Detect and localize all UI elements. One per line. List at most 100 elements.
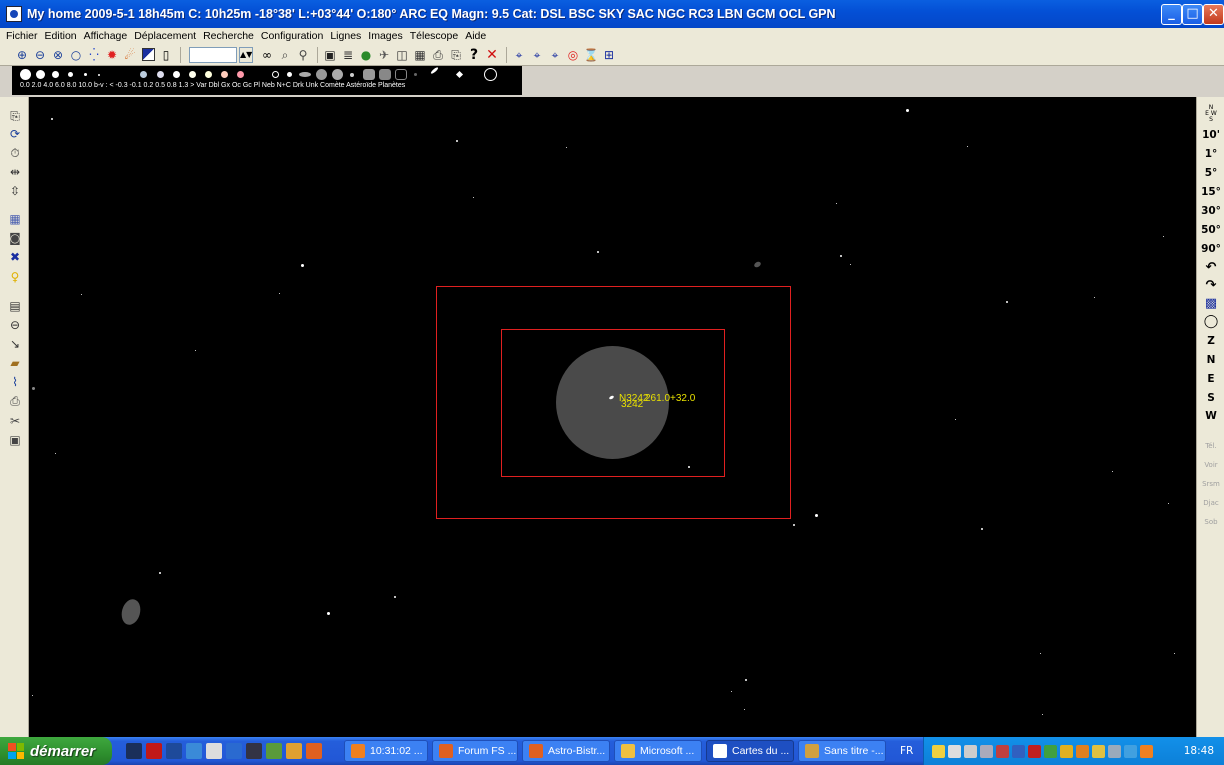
binoculars-icon[interactable]: ∞ [259,47,275,63]
list-icon[interactable]: ≣ [340,47,356,63]
rotate-left-icon[interactable]: ↶ [1197,260,1224,275]
explorer-icon[interactable] [186,743,202,759]
sob-button[interactable]: Sob [1197,518,1224,526]
clock[interactable]: 18:48 [1184,745,1214,757]
djac-button[interactable]: Djac [1197,499,1224,507]
fov-15deg-button[interactable]: 15° [1197,186,1224,198]
sun-icon[interactable]: ✹ [104,47,120,63]
star[interactable] [1042,714,1043,715]
star[interactable] [815,514,818,517]
menu-fichier[interactable]: Fichier [6,30,38,42]
planet-icon[interactable]: ● [358,47,374,63]
maximize-button[interactable]: □ [1182,4,1203,25]
camera-icon[interactable]: ◙ [7,230,23,246]
view-south-button[interactable]: S [1197,392,1224,404]
tray-usb-icon[interactable] [1108,744,1122,758]
fov-spinner[interactable]: ▲▼ [239,46,253,63]
star[interactable] [793,524,795,526]
fov-50deg-button[interactable]: 50° [1197,224,1224,236]
target-icon[interactable]: ◎ [565,47,581,63]
star[interactable] [967,146,968,147]
grid-icon[interactable]: ⊞ [601,47,617,63]
close-button[interactable]: ✕ [1203,4,1224,25]
print-chart-icon[interactable]: ⎙ [7,393,23,409]
refresh-icon[interactable]: ⟳ [7,126,23,142]
star[interactable] [836,203,837,204]
star[interactable] [955,419,956,420]
fov-30deg-button[interactable]: 30° [1197,205,1224,217]
help-icon[interactable]: ? [466,47,482,63]
star[interactable] [327,612,330,615]
calendar-icon[interactable]: ◫ [394,47,410,63]
star[interactable] [688,466,690,468]
dreamweaver-icon[interactable] [126,743,142,759]
save-icon[interactable]: ▣ [322,47,338,63]
circle-icon[interactable]: ◯ [1197,314,1224,329]
tray-display-icon[interactable] [964,744,978,758]
star[interactable] [981,528,983,530]
desktop-icon[interactable] [206,743,222,759]
task-astro[interactable]: Astro-Bistr... [522,740,610,762]
telescope-button[interactable]: Tél. [1197,442,1224,450]
media-icon[interactable] [246,743,262,759]
language-indicator[interactable]: FR [900,745,913,757]
star[interactable] [1112,471,1113,472]
firefox-icon[interactable] [306,743,322,759]
star[interactable] [55,453,56,454]
view-zenith-button[interactable]: Z [1197,335,1224,347]
menu-telescope[interactable]: Télescope [410,30,458,42]
star[interactable] [745,679,747,681]
folder-icon[interactable]: ▰ [7,355,23,371]
close-red-icon[interactable]: ✕ [484,47,500,63]
search-people-icon[interactable]: ⚲ [295,47,311,63]
menu-affichage[interactable]: Affichage [84,30,128,42]
flip-vertical-icon[interactable]: ⇳ [7,183,23,199]
bulb-icon[interactable]: ♀ [7,269,23,285]
star[interactable] [51,118,53,120]
tray-shield-icon[interactable] [1092,744,1106,758]
star[interactable] [1006,301,1008,303]
rotate-right-icon[interactable]: ↷ [1197,278,1224,293]
star[interactable] [840,255,842,257]
butterfly-icon[interactable]: ✖ [7,249,23,265]
tray-app-icon[interactable] [1076,744,1090,758]
tray-update-icon[interactable] [1044,744,1058,758]
world-icon[interactable]: ▩ [1197,296,1224,311]
tray-sync-icon[interactable] [1124,744,1138,758]
tray-network-icon[interactable] [948,744,962,758]
star[interactable] [1163,236,1164,237]
zoom-icon[interactable]: ○ [68,47,84,63]
task-microsoft[interactable]: Microsoft ... [614,740,702,762]
menu-edition[interactable]: Edition [45,30,77,42]
print-icon[interactable]: ⎙ [430,47,446,63]
add-image-icon[interactable]: ▣ [7,432,23,448]
voir-button[interactable]: Voir [1197,461,1224,469]
star[interactable] [301,264,304,267]
dss-icon[interactable]: ▦ [7,211,23,227]
flash-icon[interactable] [146,743,162,759]
tray-msn-icon[interactable] [1060,744,1074,758]
star[interactable] [32,387,35,390]
telescope1-icon[interactable]: ⌖ [511,47,527,63]
view-east-button[interactable]: E [1197,373,1224,385]
star[interactable] [1040,653,1041,654]
star[interactable] [731,691,732,692]
menu-configuration[interactable]: Configuration [261,30,323,42]
telescope3-icon[interactable]: ⌖ [547,47,563,63]
fov-5deg-button[interactable]: 5° [1197,167,1224,179]
circle-minus-icon[interactable]: ⊖ [7,317,23,333]
menu-images[interactable]: Images [368,30,402,42]
galaxy-icon[interactable] [118,597,144,627]
menu-deplacement[interactable]: Déplacement [134,30,196,42]
compass-icon[interactable]: NE WS [1197,105,1224,123]
task-clock[interactable]: 10:31:02 ... [344,740,428,762]
copy-icon[interactable]: ⎘ [7,108,23,124]
minimize-button[interactable]: _ [1161,4,1182,25]
star[interactable] [1094,297,1095,298]
app-icon[interactable] [6,6,22,22]
find-icon[interactable]: ⌕ [277,47,293,63]
task-cartes[interactable]: Cartes du ... [706,740,794,762]
photoshop-icon[interactable] [166,743,182,759]
tray-warning-icon[interactable] [1140,744,1154,758]
fov-10min-button[interactable]: 10' [1197,129,1224,141]
